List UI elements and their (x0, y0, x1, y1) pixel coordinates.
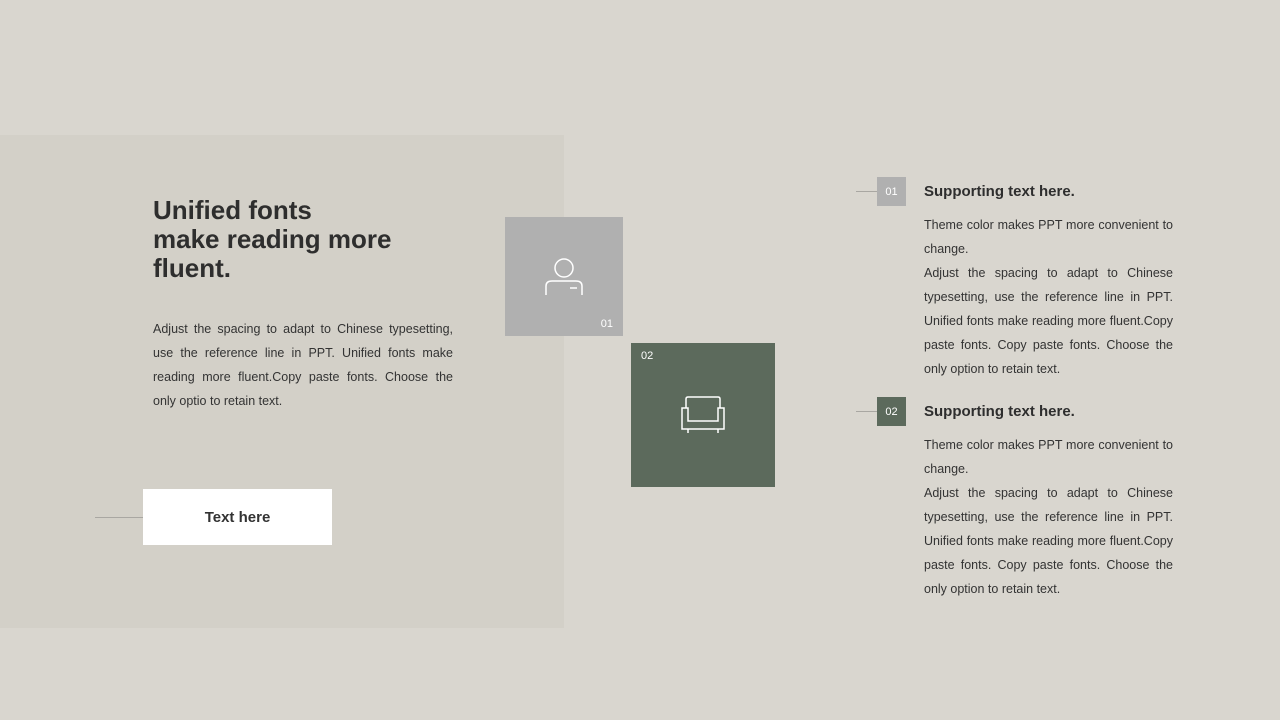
item-number-badge: 01 (877, 177, 906, 206)
armchair-icon (681, 396, 725, 433)
tile-number: 01 (600, 318, 613, 330)
tile-02: 02 (631, 343, 775, 487)
user-icon (545, 258, 583, 295)
item-number-badge: 02 (877, 397, 906, 426)
item-title: Supporting text here. (924, 403, 1075, 420)
text-here-button[interactable]: Text here (143, 489, 332, 545)
headline: Unified fonts make reading more fluent. (153, 195, 392, 283)
item-connector-line (856, 411, 878, 412)
item-title: Supporting text here. (924, 183, 1075, 200)
item-connector-line (856, 191, 878, 192)
tile-01: 01 (505, 217, 623, 336)
body-text: Adjust the spacing to adapt to Chinese t… (153, 322, 453, 408)
item-text: Theme color makes PPT more convenient to… (924, 218, 1173, 376)
item-text: Theme color makes PPT more convenient to… (924, 438, 1173, 596)
tile-number: 02 (641, 350, 654, 362)
